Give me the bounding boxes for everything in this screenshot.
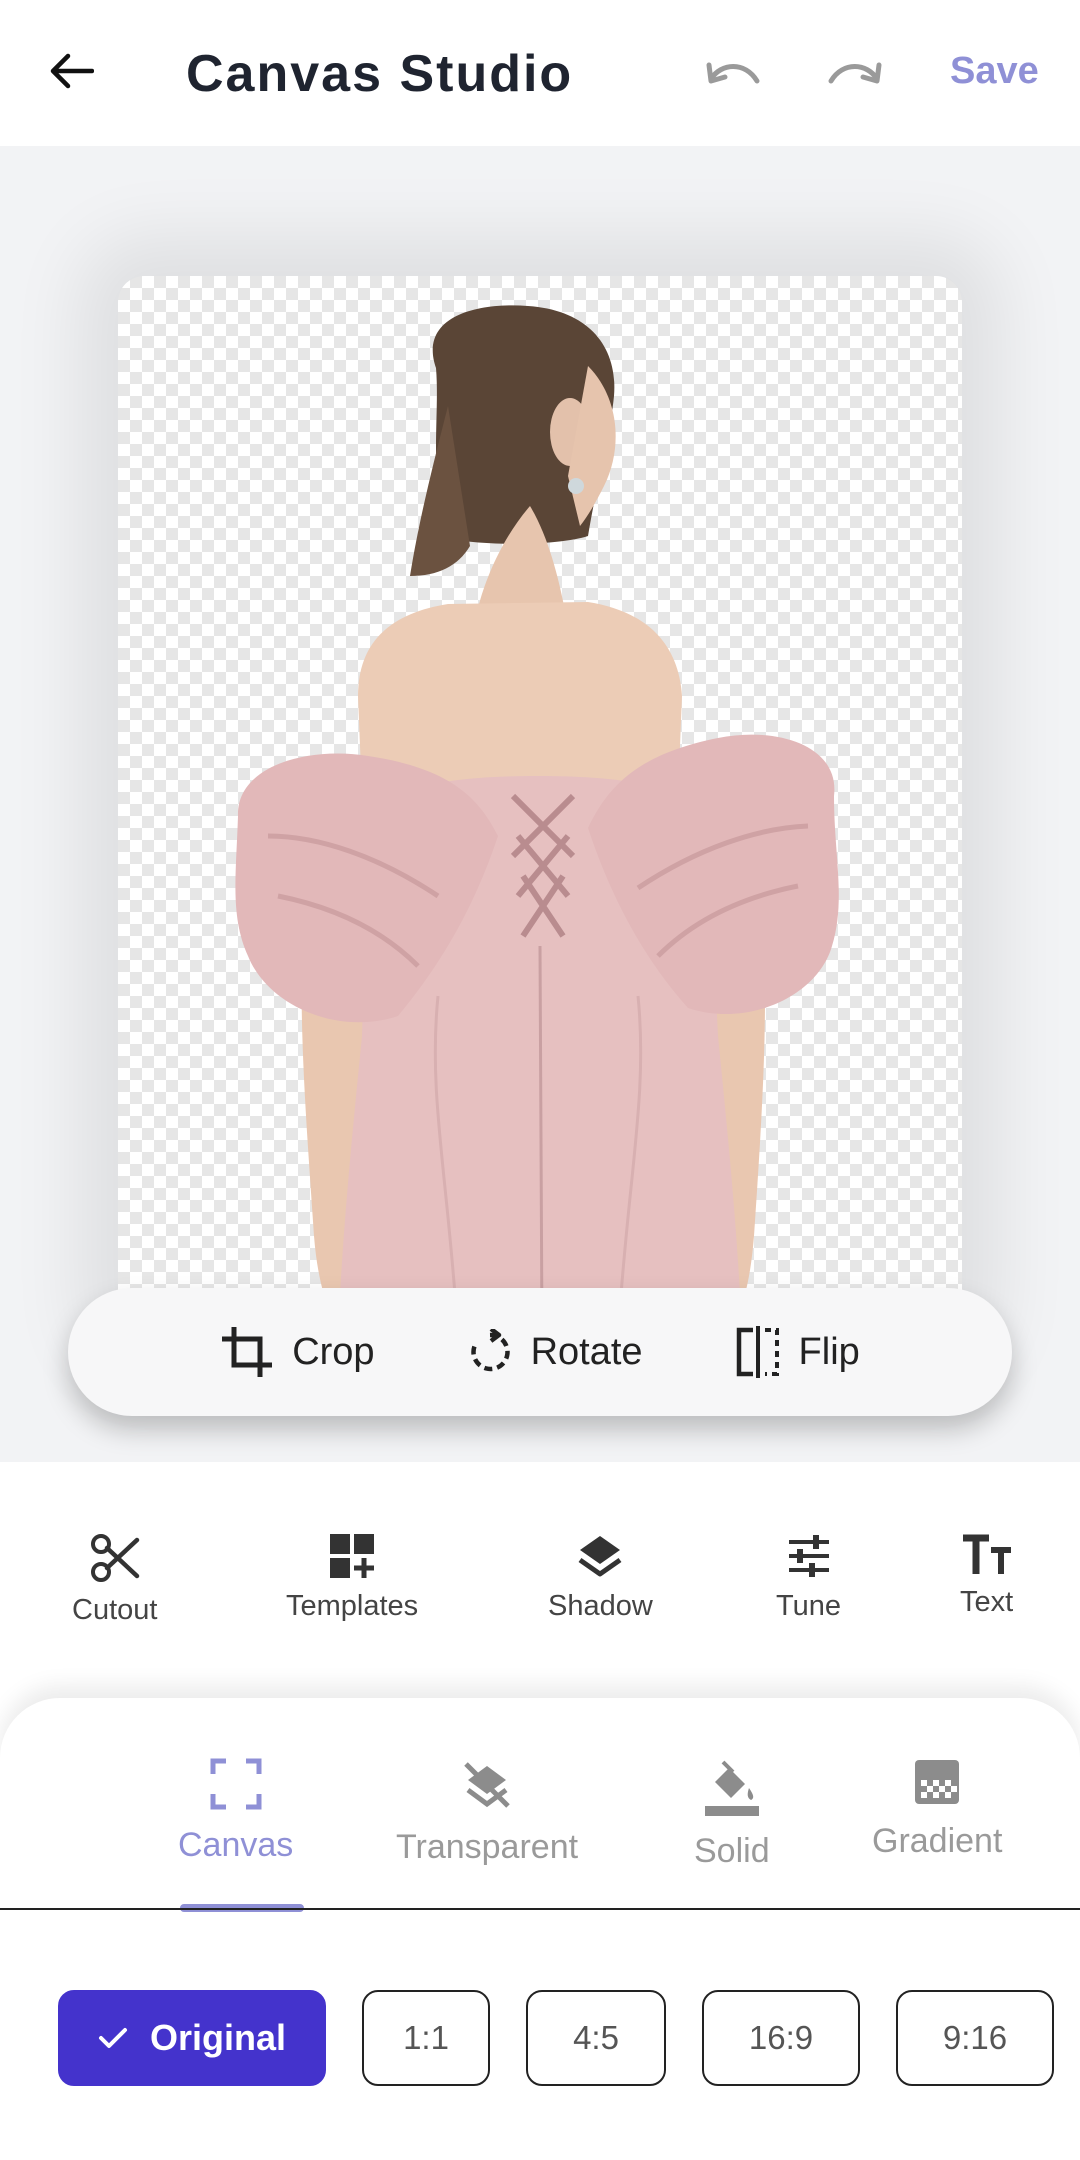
tab-solid[interactable]: Solid	[694, 1758, 770, 1871]
tool-shadow[interactable]: Shadow	[548, 1532, 653, 1623]
tab-label: Solid	[694, 1832, 770, 1870]
tool-label: Templates	[286, 1590, 419, 1622]
ratio-label: 16:9	[748, 2019, 814, 2056]
flip-button[interactable]: Flip	[735, 1326, 860, 1378]
tool-templates[interactable]: Templates	[286, 1532, 418, 1623]
tool-text[interactable]: Text	[960, 1532, 1013, 1619]
gradient-icon	[915, 1760, 960, 1804]
ratio-label: 9:16	[942, 2019, 1008, 2056]
canvas-frame-icon	[210, 1758, 262, 1810]
flip-icon	[736, 1326, 779, 1378]
check-icon	[98, 2028, 127, 2048]
tab-label: Transparent	[396, 1828, 579, 1866]
crop-label: Crop	[292, 1330, 375, 1373]
tab-canvas[interactable]: Canvas	[178, 1758, 293, 1865]
tool-label: Tune	[776, 1590, 842, 1622]
redo-button[interactable]	[822, 46, 888, 102]
ratio-16-9-button[interactable]: 16:9	[702, 1990, 860, 2086]
subject-image	[235, 305, 839, 1336]
canvas-area: Crop Rotate Flip	[0, 146, 1080, 1462]
tool-tune[interactable]: Tune	[776, 1532, 841, 1623]
save-button[interactable]: Save	[950, 50, 1039, 93]
tab-label: Canvas	[178, 1826, 294, 1864]
tune-icon	[788, 1535, 829, 1577]
tab-label: Gradient	[872, 1822, 1003, 1860]
rotate-button[interactable]: Rotate	[467, 1329, 643, 1375]
scissors-icon	[90, 1534, 139, 1582]
tab-transparent[interactable]: Transparent	[396, 1758, 578, 1867]
redo-icon	[828, 62, 882, 84]
arrow-left-icon	[50, 53, 94, 89]
paint-bucket-icon	[704, 1760, 759, 1816]
rotate-icon	[470, 1329, 510, 1372]
tab-divider	[0, 1908, 1080, 1910]
tool-label: Cutout	[72, 1594, 158, 1626]
crop-button[interactable]: Crop	[220, 1325, 375, 1379]
rotate-label: Rotate	[530, 1330, 643, 1373]
undo-icon	[706, 62, 760, 84]
transparent-icon	[464, 1762, 510, 1808]
tool-cutout[interactable]: Cutout	[72, 1532, 157, 1627]
ratio-9-16-button[interactable]: 9:16	[896, 1990, 1054, 2086]
tab-gradient[interactable]: Gradient	[872, 1758, 1002, 1861]
tool-label: Text	[960, 1586, 1014, 1618]
ratio-label: Original	[149, 2017, 287, 2058]
layers-icon	[578, 1536, 622, 1577]
page-title: Canvas Studio	[186, 45, 574, 103]
undo-button[interactable]	[700, 46, 766, 102]
templates-icon	[330, 1534, 375, 1578]
ratio-1-1-button[interactable]: 1:1	[362, 1990, 490, 2086]
back-button[interactable]	[40, 40, 102, 102]
background-panel: Canvas Transparent Solid Gradient Origin…	[0, 1698, 1080, 2160]
text-icon	[962, 1534, 1011, 1574]
ratio-label: 1:1	[403, 2019, 449, 2056]
flip-label: Flip	[798, 1330, 860, 1373]
ratio-original-button[interactable]: Original	[58, 1990, 326, 2086]
transform-toolbar: Crop Rotate Flip	[68, 1288, 1012, 1416]
tool-label: Shadow	[548, 1590, 653, 1622]
image-canvas[interactable]	[118, 276, 962, 1336]
crop-icon	[222, 1327, 273, 1377]
ratio-4-5-button[interactable]: 4:5	[526, 1990, 666, 2086]
tools-row: Cutout Templates Shadow Tune Text	[0, 1462, 1080, 1698]
ratio-label: 4:5	[573, 2019, 619, 2056]
top-app-bar: Canvas Studio Save	[0, 0, 1080, 146]
